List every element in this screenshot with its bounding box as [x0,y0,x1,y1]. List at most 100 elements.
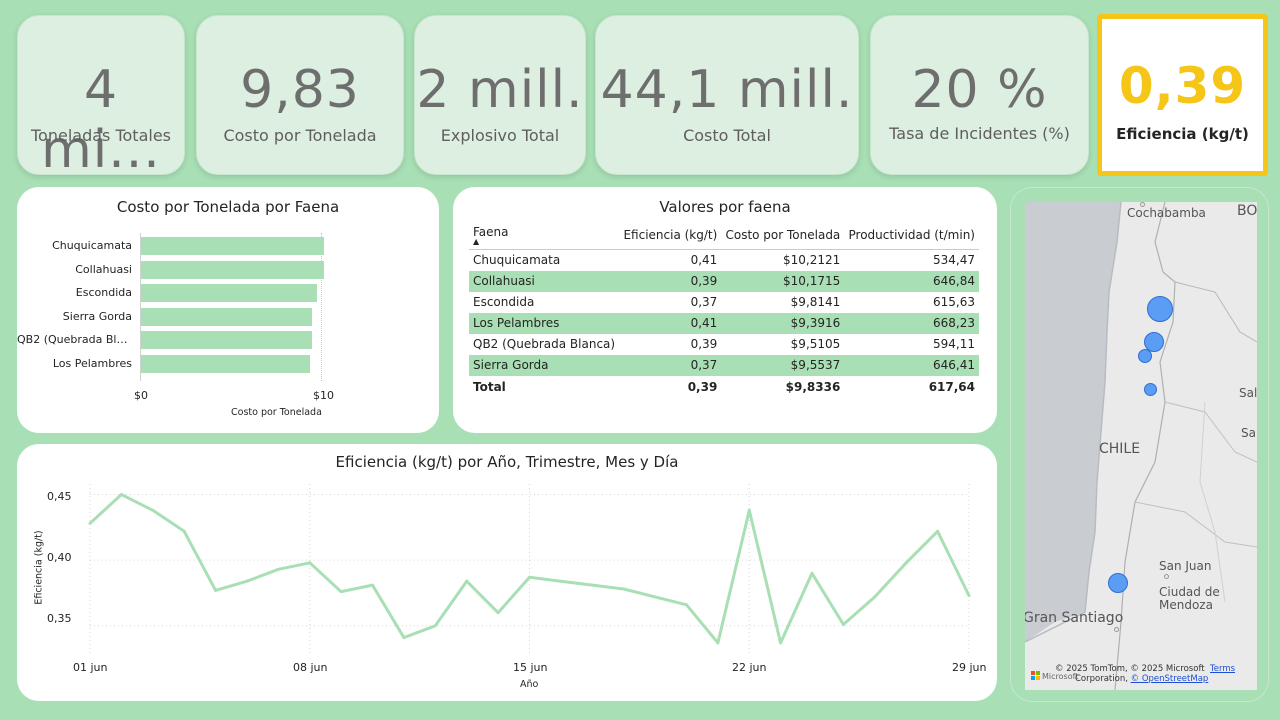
map-bubble-chuquicamata[interactable] [1147,296,1173,322]
line-point-20-jun [684,603,688,607]
table-title: Valores por faena [659,198,791,216]
line-point-05-jun [214,588,218,592]
line-point-18-jun [622,587,626,591]
col-header-costo[interactable]: Costo por Tonelada [721,221,844,250]
bar-chuquicamata[interactable] [141,237,325,255]
table-row[interactable]: Collahuasi 0,39 $10,1715 646,84 [469,270,979,292]
kpi-explosivo-total[interactable]: 2 mill. Explosivo Total [414,15,586,175]
bar-category-label: QB2 (Quebrada Blanca) [17,333,132,347]
kpi-value: 0,39 [1118,57,1247,115]
line-x-axis-label: Año [520,679,539,690]
line-y-tick: 0,35 [47,612,72,625]
bar-tick-10: $10 [313,389,334,402]
kpi-value: 9,83 [240,60,360,120]
osm-link[interactable]: © OpenStreetMap [1131,674,1209,684]
line-point-01-jun [88,521,92,525]
line-point-02-jun [119,493,123,497]
bar-tick-0: $0 [134,389,148,402]
bar-grid-line [320,233,322,381]
bar-category-label: Sierra Gorda [62,309,132,323]
kpi-value: 20 % [911,60,1048,120]
kpi-label: Explosivo Total [440,126,560,145]
bar-escondida[interactable] [141,284,318,303]
kpi-value: 2 mill. [416,60,584,120]
line-point-29-jun [967,594,971,598]
line-point-15-jun [528,575,531,579]
kpi-label: Costo por Tonelada [223,126,377,145]
table-row[interactable]: Sierra Gorda 0,37 $9,5537 646,41 [469,354,979,376]
line-point-03-jun [151,508,155,512]
kpi-label: Toneladas Totales [30,126,171,145]
table-row[interactable]: Chuquicamata 0,41 $10,2121 534,47 [469,250,979,271]
map-city-dot [1114,627,1119,632]
bar-sierra-gorda[interactable] [141,307,313,326]
table-panel[interactable]: Valores por faena Faena ▲ Eficiencia (kg/… [453,187,997,433]
line-point-08-jun [308,561,312,565]
bar-category-label: Escondida [75,286,132,300]
kpi-label: Eficiencia (kg/t) [1116,125,1249,143]
col-header-eficiencia[interactable]: Eficiencia (kg/t) [619,221,721,250]
bar-category-label: Los Pelambres [52,357,132,370]
map-label-salt: Salt [1239,386,1257,400]
line-point-06-jun [245,579,249,583]
line-point-11-jun [402,636,406,640]
line-x-tick: 15 jun [513,661,548,674]
map-panel[interactable]: Cochabamba BO CHILE Salt Sa San Juan Ciu… [1010,187,1269,702]
line-point-09-jun [339,590,343,594]
bar-qb2-quebrada-blanca-[interactable] [141,331,312,350]
line-point-10-jun [371,583,375,587]
line-point-14-jun [496,611,500,615]
bar-collahuasi[interactable] [141,260,324,279]
line-point-16-jun [559,579,563,583]
map-bubble-sierra-gorda[interactable] [1138,349,1152,363]
bar-los-pelambres[interactable] [141,355,310,373]
table-total-row: Total 0,39 $9,8336 617,64 [473,380,975,394]
map-bubble-collahuasi[interactable] [1144,383,1157,396]
line-point-22-jun [747,508,751,512]
bar-axis-line [140,233,141,381]
table-row[interactable]: QB2 (Quebrada Blanca) 0,39 $9,5105 594,11 [469,334,979,355]
line-x-tick: 08 jun [293,661,328,674]
kpi-value: 44,1 mill. [600,60,854,120]
map-label-sa: Sa [1241,426,1256,440]
kpi-costo-por-tonelada[interactable]: 9,83 Costo por Tonelada [196,15,404,175]
table-row[interactable]: Escondida 0,37 $9,8141 615,63 [469,292,979,313]
line-x-tick: 01 jun [73,661,108,674]
bar-chart-panel[interactable]: Costo por Tonelada por Faena Chuquicamat… [17,187,439,433]
bar-category-label: Collahuasi [75,262,132,276]
bar-category-label: Chuquicamata [52,239,132,252]
kpi-label: Costo Total [683,126,771,145]
map-label-ciudad-de: Ciudad de [1159,585,1220,599]
map-canvas[interactable]: Cochabamba BO CHILE Salt Sa San Juan Ciu… [1025,202,1257,690]
values-table[interactable]: Faena ▲ Eficiencia (kg/t) Costo por Tonel… [469,221,979,397]
line-y-axis-label: Eficiencia (kg/t) [33,530,45,605]
line-point-13-jun [465,579,469,583]
col-header-productividad[interactable]: Productividad (t/min) [844,221,979,250]
terms-link[interactable]: Terms [1210,664,1235,674]
table-row[interactable]: Los Pelambres 0,41 $9,3916 668,23 [469,312,979,334]
line-point-24-jun [810,571,814,575]
kpi-costo-total[interactable]: 44,1 mill. Costo Total [595,15,859,175]
line-point-17-jun [590,583,594,587]
line-point-26-jun [873,595,877,599]
map-label-mendoza: Mendoza [1159,598,1213,612]
kpi-toneladas-totales[interactable]: 4 mi... Toneladas Totales [17,15,185,180]
table-header-row: Faena ▲ Eficiencia (kg/t) Costo por Tonel… [469,221,979,250]
map-bubble-los-pelambres[interactable] [1108,573,1128,593]
col-header-faena[interactable]: Faena ▲ [469,221,619,250]
line-point-23-jun [779,641,783,645]
kpi-eficiencia[interactable]: 0,39 Eficiencia (kg/t) [1097,14,1268,176]
map-label-san-juan: San Juan [1159,559,1212,573]
bar-x-axis-label: Costo por Tonelada [231,407,322,418]
line-point-27-jun [904,561,908,565]
line-point-21-jun [716,641,720,645]
map-label-bo: BO [1237,203,1257,219]
line-point-19-jun [653,595,657,599]
map-city-dot [1164,574,1169,579]
line-point-07-jun [276,567,280,571]
sort-asc-icon[interactable]: ▲ [473,238,615,246]
kpi-tasa-incidentes[interactable]: 20 % Tasa de Incidentes (%) [870,15,1089,175]
kpi-value: 4 mi... [41,60,161,180]
map-attribution: © 2025 TomTom, © 2025 Microsoft Terms Co… [1055,664,1236,684]
line-chart-panel[interactable]: Eficiencia (kg/t) por Año, Trimestre, Me… [17,444,997,701]
